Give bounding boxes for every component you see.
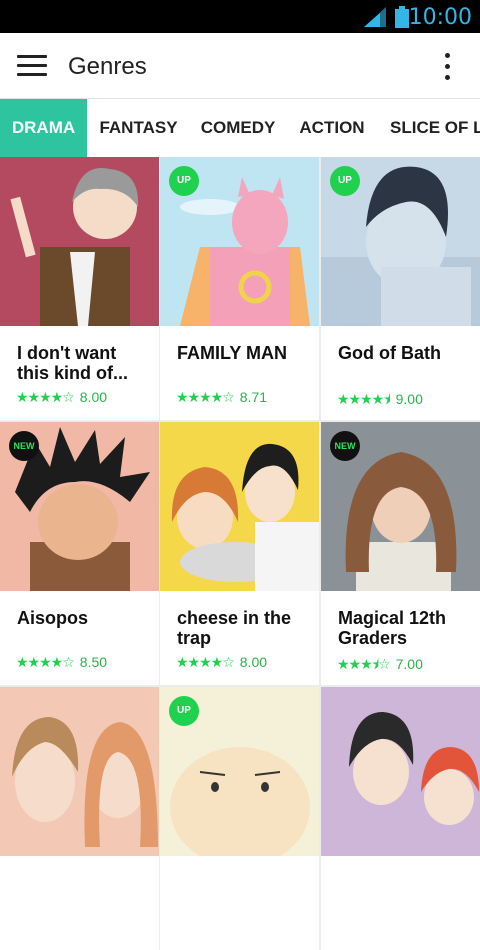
rating-score: 8.00 <box>79 389 108 405</box>
status-time: 10:00 <box>408 5 472 30</box>
overflow-menu-icon[interactable] <box>444 51 452 81</box>
comic-thumbnail: NEW <box>0 422 159 591</box>
comic-card[interactable]: UP FAMILY MAN ★★★★☆ 8.71 <box>160 157 319 420</box>
rating: ★★★★☆ 8.50 <box>16 654 107 672</box>
comic-thumbnail <box>0 687 159 856</box>
comic-card[interactable] <box>0 687 159 950</box>
up-badge: UP <box>169 696 199 726</box>
comic-thumbnail: UP <box>321 157 480 326</box>
comic-thumbnail: UP <box>160 687 319 856</box>
comic-title: God of Bath <box>338 343 441 363</box>
comic-card[interactable]: NEW Magical 12th Graders ★★★⯨☆ 7.00 <box>321 422 480 685</box>
status-bar: 10:00 <box>0 0 480 33</box>
comic-grid: I don't want this kind of... ★★★★☆ 8.00 U… <box>0 157 480 950</box>
hamburger-menu-icon[interactable] <box>17 52 47 78</box>
rating: ★★★⯨☆ 7.00 <box>337 654 423 673</box>
rating: ★★★★☆ 8.00 <box>176 654 267 672</box>
rating-score: 7.00 <box>395 656 423 672</box>
up-badge: UP <box>330 166 360 196</box>
tab-drama[interactable]: DRAMA <box>0 99 87 157</box>
comic-thumbnail <box>160 422 319 591</box>
up-badge: UP <box>169 166 199 196</box>
genre-tabs: DRAMA FANTASY COMEDY ACTION SLICE OF LI <box>0 99 480 157</box>
comic-thumbnail <box>321 687 480 856</box>
comic-thumbnail: NEW <box>321 422 480 591</box>
comic-card[interactable]: NEW Aisopos ★★★★☆ 8.50 <box>0 422 159 685</box>
star-rating: ★★★★☆ <box>16 390 75 406</box>
star-rating: ★★★★☆ <box>176 655 235 671</box>
star-rating: ★★★★☆ <box>16 655 75 671</box>
battery-icon <box>395 6 409 28</box>
page-title: Genres <box>68 53 147 80</box>
app-bar: Genres <box>0 33 480 99</box>
tab-comedy[interactable]: COMEDY <box>190 99 286 157</box>
rating-score: 8.71 <box>239 389 268 405</box>
comic-title: I don't want this kind of... <box>17 343 128 383</box>
tab-slice-of-life[interactable]: SLICE OF LI <box>378 99 480 157</box>
star-rating: ★★★★⯨ <box>337 392 391 408</box>
tab-action[interactable]: ACTION <box>286 99 378 157</box>
comic-card[interactable] <box>321 687 480 950</box>
comic-title: cheese in the trap <box>177 608 292 648</box>
comic-card[interactable]: cheese in the trap ★★★★☆ 8.00 <box>160 422 319 685</box>
rating-score: 8.00 <box>239 654 268 670</box>
star-rating: ★★★★☆ <box>176 390 235 406</box>
rating: ★★★★☆ 8.00 <box>16 389 107 407</box>
rating: ★★★★☆ 8.71 <box>176 389 267 407</box>
star-rating: ★★★⯨☆ <box>337 657 391 673</box>
rating-score: 8.50 <box>79 654 108 670</box>
comic-title: Aisopos <box>17 608 89 628</box>
comic-card[interactable]: UP <box>160 687 319 950</box>
comic-thumbnail: UP <box>160 157 319 326</box>
new-badge: NEW <box>9 431 39 461</box>
tab-fantasy[interactable]: FANTASY <box>87 99 190 157</box>
rating-score: 9.00 <box>395 391 423 407</box>
comic-card[interactable]: UP God of Bath ★★★★⯨ 9.00 <box>321 157 480 420</box>
comic-thumbnail <box>0 157 159 326</box>
rating: ★★★★⯨ 9.00 <box>337 389 423 408</box>
comic-card[interactable]: I don't want this kind of... ★★★★☆ 8.00 <box>0 157 159 420</box>
comic-title: Magical 12th Graders <box>338 608 447 648</box>
comic-title: FAMILY MAN <box>177 343 288 363</box>
new-badge: NEW <box>330 431 360 461</box>
signal-icon <box>364 7 386 27</box>
